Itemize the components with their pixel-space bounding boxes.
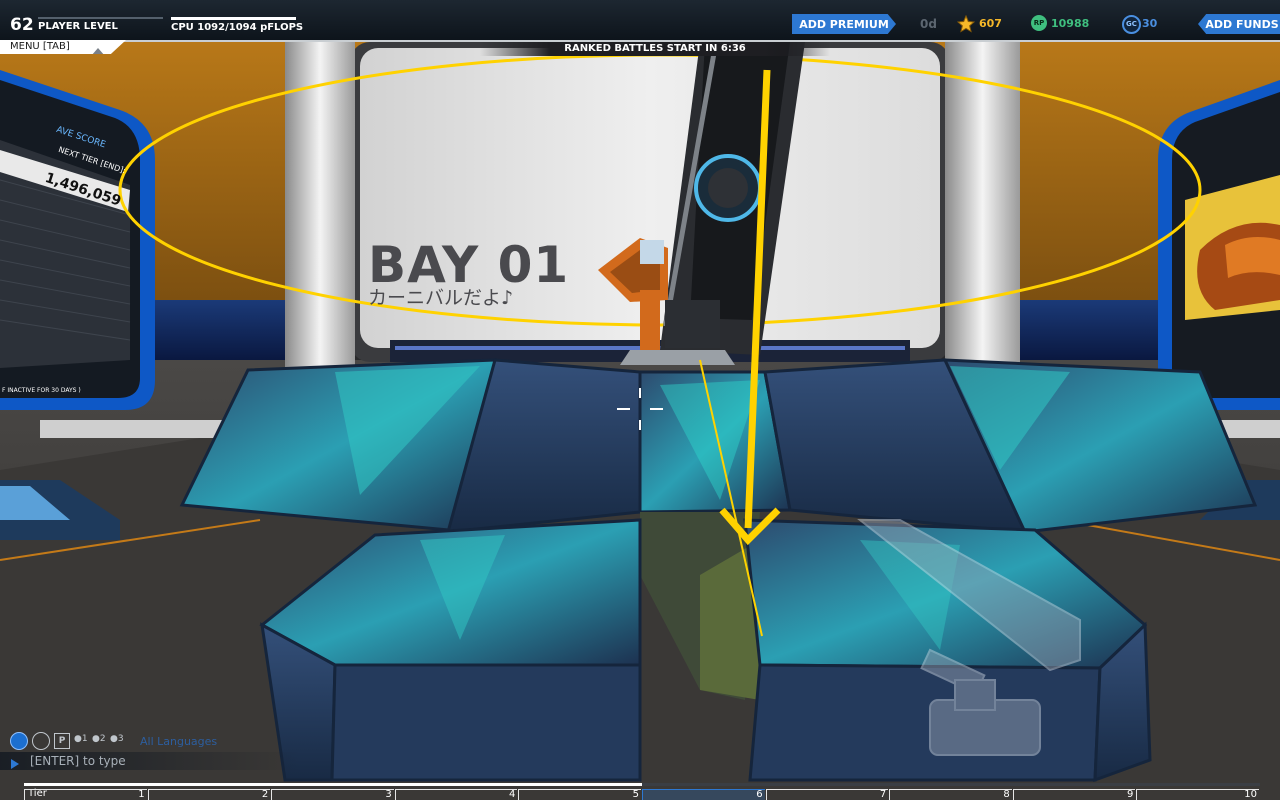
- player-level-label: PLAYER LEVEL: [38, 21, 118, 32]
- accessibility-icon[interactable]: [32, 732, 50, 750]
- cpu-bar-fill: [171, 17, 296, 20]
- chat-language[interactable]: All Languages: [140, 735, 217, 748]
- rp-icon: RP: [1031, 15, 1047, 31]
- user-2-icon[interactable]: ●2: [92, 734, 106, 748]
- chat-tabs: P ●1 ●2 ●3: [10, 732, 124, 750]
- chat-arrow-icon: [10, 755, 20, 774]
- ranked-banner-text: RANKED BATTLES START IN 6:36: [564, 43, 746, 54]
- rp-count: 10988: [1051, 17, 1090, 30]
- party-icon[interactable]: P: [54, 733, 70, 749]
- player-level-number: 62: [10, 15, 34, 35]
- globe-icon[interactable]: [10, 732, 28, 750]
- user-1-icon[interactable]: ●1: [74, 734, 88, 748]
- gc-icon: GC: [1122, 15, 1141, 34]
- garage-bay-background: [0, 0, 1280, 800]
- tier-progress-track: [24, 783, 1260, 786]
- inactive-note: F INACTIVE FOR 30 DAYS ): [2, 387, 81, 394]
- bay-subtitle: カーニバルだよ♪: [368, 287, 514, 309]
- menu-label: MENU [TAB]: [10, 41, 70, 52]
- chat-input-placeholder: [ENTER] to type: [30, 754, 126, 768]
- garage-scene: AVE SCORE NEXT TIER [END]: 1,496,059 F I…: [0, 0, 1280, 800]
- cpu-bar-track: [171, 17, 296, 20]
- user-3-icon[interactable]: ●3: [110, 734, 124, 748]
- chat-input[interactable]: [ENTER] to type: [0, 752, 300, 770]
- premium-days: 0d: [920, 17, 937, 31]
- player-level-bar: [38, 17, 163, 19]
- tier-progress-fill: [24, 783, 642, 786]
- add-funds-button[interactable]: ADD FUNDS: [1198, 14, 1280, 34]
- star-icon: [956, 14, 976, 33]
- top-hud-bar: 62 PLAYER LEVEL CPU 1092/1094 pFLOPS ADD…: [0, 0, 1280, 42]
- menu-button[interactable]: MENU [TAB]: [0, 40, 126, 54]
- robit-count: 607: [979, 17, 1002, 30]
- gc-count: 30: [1142, 17, 1158, 30]
- ranked-banner: RANKED BATTLES START IN 6:36: [480, 42, 830, 56]
- cpu-label: CPU 1092/1094 pFLOPS: [171, 22, 304, 33]
- add-premium-button[interactable]: ADD PREMIUM: [792, 14, 896, 34]
